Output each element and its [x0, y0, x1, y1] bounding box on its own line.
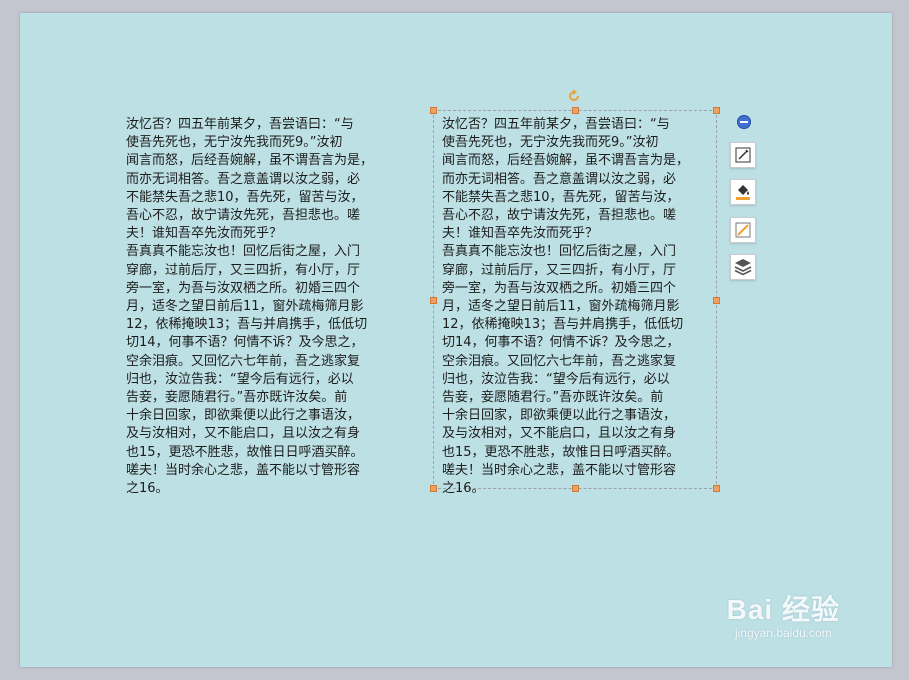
resize-handle-top[interactable] — [572, 107, 579, 114]
text-box-right[interactable]: 汝忆否？四五年前某夕，吾尝语曰：“与 使吾先死也，无宁汝先我而死9。”汝初 闻言… — [442, 116, 714, 498]
slide-canvas[interactable]: 汝忆否？四五年前某夕，吾尝语曰：“与 使吾先死也，无宁汝先我而死9。”汝初 闻言… — [20, 13, 892, 667]
rotate-icon[interactable] — [567, 89, 581, 103]
collapse-icon[interactable] — [737, 115, 751, 129]
resize-handle-top-right[interactable] — [713, 107, 720, 114]
resize-handle-left[interactable] — [430, 297, 437, 304]
baidu-jingyan-watermark: Bai 经验 jingyan.baidu.com — [727, 588, 840, 640]
editor-workspace: 汝忆否？四五年前某夕，吾尝语曰：“与 使吾先死也，无宁汝先我而死9。”汝初 闻言… — [0, 0, 909, 680]
resize-handle-right[interactable] — [713, 297, 720, 304]
resize-handle-bottom-left[interactable] — [430, 485, 437, 492]
layers-icon[interactable] — [730, 254, 756, 280]
edit-shape-icon[interactable] — [730, 142, 756, 168]
fill-color-icon[interactable] — [730, 179, 756, 205]
resize-handle-top-left[interactable] — [430, 107, 437, 114]
resize-handle-bottom-right[interactable] — [713, 485, 720, 492]
watermark-logo-text: Bai 经验 — [726, 594, 840, 625]
outline-color-icon[interactable] — [730, 217, 756, 243]
watermark-url: jingyan.baidu.com — [734, 626, 832, 640]
text-box-left[interactable]: 汝忆否？四五年前某夕，吾尝语曰：“与 使吾先死也，无宁汝先我而死9。”汝初 闻言… — [126, 116, 398, 498]
